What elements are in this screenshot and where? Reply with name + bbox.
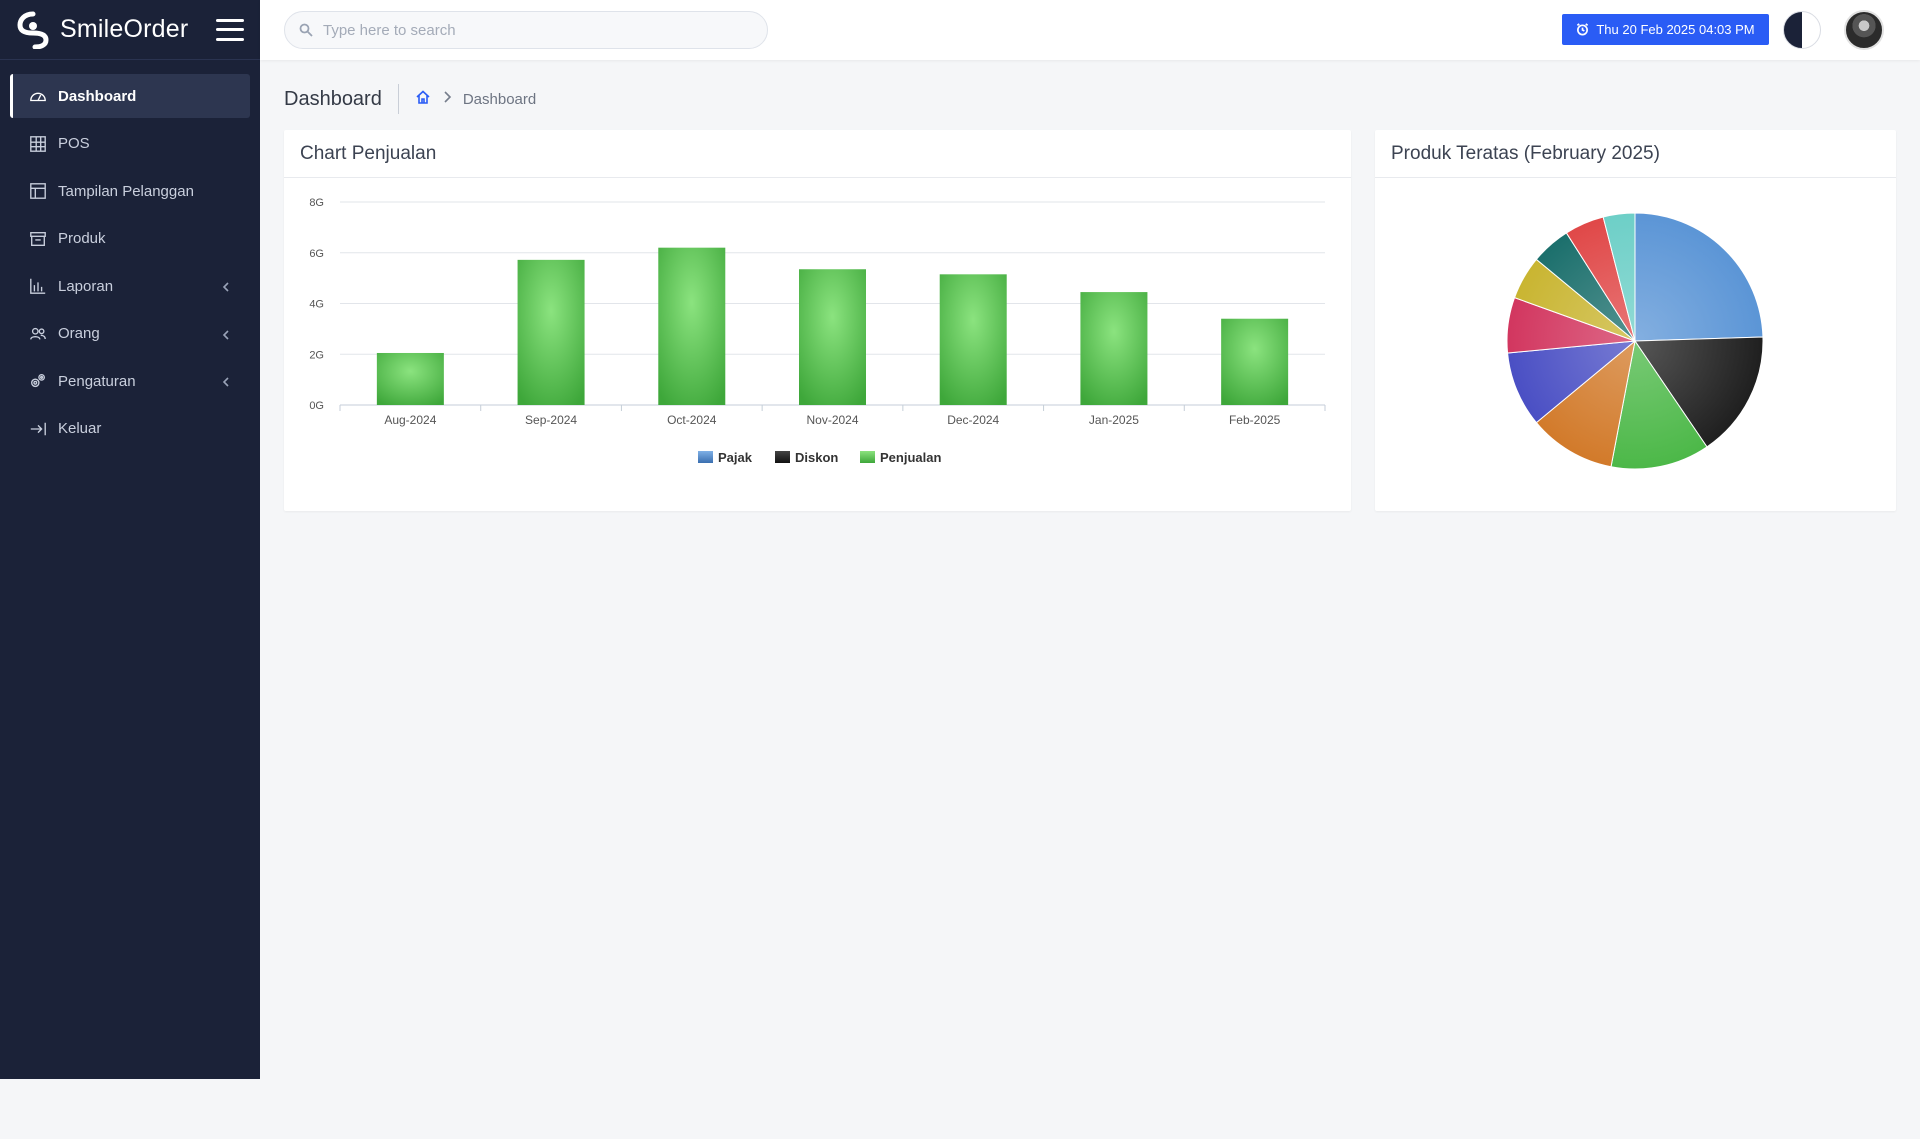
y-tick-label: 6G <box>309 248 324 260</box>
sales-bar-chart: 0G 2G 4G 6G 8G Aug-2024 Sep-2024 Oct-2024 Nov-2… <box>309 197 1326 465</box>
page-title: Dashboard <box>284 87 382 110</box>
sidebar-item-tampilan-pelanggan[interactable]: Tampilan Pelanggan <box>10 169 250 213</box>
smileorder-logo-icon[interactable] <box>16 11 50 49</box>
x-tick-label: Jan-2025 <box>1089 413 1139 427</box>
sales-chart-card: Chart Penjualan 0G 2G 4G 6G 8G Aug-2024 Sep-2… <box>284 130 1351 511</box>
sidebar-item-label: Laporan <box>58 277 114 295</box>
search-input[interactable] <box>323 21 743 39</box>
sidebar-item-pengaturan[interactable]: Pengaturan <box>10 359 250 403</box>
sales-bar[interactable] <box>1080 292 1148 405</box>
archive-icon <box>28 229 48 249</box>
chevron-right-icon <box>431 90 463 108</box>
chevron-left-icon <box>220 328 232 340</box>
gauge-icon <box>28 86 48 106</box>
grid-icon <box>28 134 48 154</box>
sidebar: SmileOrder Dashboard POS Tampilan Pelang… <box>0 0 260 1079</box>
breadcrumb-divider <box>397 84 399 114</box>
brand-bar: SmileOrder <box>0 0 260 60</box>
legend-label[interactable]: Penjualan <box>880 450 941 465</box>
bar-chart-icon <box>28 276 48 296</box>
sidebar-item-dashboard[interactable]: Dashboard <box>10 74 250 118</box>
sales-bar[interactable] <box>939 274 1007 405</box>
sales-bar[interactable] <box>376 352 444 405</box>
chevron-left-icon <box>220 280 232 292</box>
legend-swatch <box>775 451 790 463</box>
sidebar-item-label: Dashboard <box>58 87 137 105</box>
avatar[interactable] <box>1844 10 1884 50</box>
breadcrumb: Dashboard Dashboard <box>284 84 536 114</box>
home-icon[interactable] <box>415 89 431 110</box>
sidebar-item-label: Pengaturan <box>58 372 136 390</box>
y-tick-label: 4G <box>309 299 324 311</box>
datetime-text: Thu 20 Feb 2025 04:03 PM <box>1596 22 1755 37</box>
x-tick-label: Oct-2024 <box>667 413 717 427</box>
sales-chart-title: Chart Penjualan <box>284 130 1351 178</box>
topbar: Thu 20 Feb 2025 04:03 PM <box>260 0 1920 60</box>
sidebar-item-label: Tampilan Pelanggan <box>58 182 194 200</box>
search-box[interactable] <box>284 11 768 49</box>
sidebar-item-label: POS <box>58 135 90 152</box>
y-tick-label: 2G <box>309 349 324 361</box>
sales-bar[interactable] <box>1221 318 1289 405</box>
sidebar-item-produk[interactable]: Produk <box>10 217 250 261</box>
sales-bar[interactable] <box>658 247 726 405</box>
search-icon <box>299 23 313 37</box>
datetime-badge: Thu 20 Feb 2025 04:03 PM <box>1562 14 1769 45</box>
x-tick-label: Aug-2024 <box>384 413 436 427</box>
legend-swatch <box>698 451 713 463</box>
menu-toggle-icon[interactable] <box>216 18 244 41</box>
pie-slice[interactable] <box>1634 212 1764 342</box>
theme-toggle-icon[interactable] <box>1783 11 1821 49</box>
legend-label[interactable]: Diskon <box>795 450 838 465</box>
app-name: SmileOrder <box>60 15 189 43</box>
sidebar-item-label: Keluar <box>58 420 102 437</box>
sidebar-item-label: Orang <box>58 325 100 342</box>
gears-icon <box>28 371 48 391</box>
chevron-left-icon <box>220 375 232 387</box>
breadcrumb-current: Dashboard <box>462 90 537 108</box>
sidebar-item-orang[interactable]: Orang <box>10 312 250 356</box>
x-tick-label: Nov-2024 <box>806 413 858 427</box>
x-tick-label: Sep-2024 <box>525 413 577 427</box>
sidebar-nav: Dashboard POS Tampilan Pelanggan Produk … <box>0 60 260 468</box>
y-tick-label: 0G <box>309 400 324 412</box>
top-products-chart <box>1375 178 1896 515</box>
sales-bar[interactable] <box>799 269 866 405</box>
x-tick-label: Feb-2025 <box>1229 413 1281 427</box>
sales-bar[interactable] <box>517 259 585 405</box>
layout-icon <box>28 181 48 201</box>
top-products-card: Produk Teratas (February 2025) <box>1375 130 1896 511</box>
y-tick-label: 8G <box>309 197 324 209</box>
top-products-title: Produk Teratas (February 2025) <box>1375 130 1896 178</box>
legend-label[interactable]: Pajak <box>718 450 753 465</box>
legend-swatch <box>860 451 875 463</box>
users-icon <box>28 324 48 344</box>
x-tick-label: Dec-2024 <box>947 413 999 427</box>
sales-chart: 0G 2G 4G 6G 8G Aug-2024 Sep-2024 Oct-2024 Nov-2… <box>284 178 1351 515</box>
top-products-pie-chart <box>1506 212 1764 470</box>
sidebar-item-keluar[interactable]: Keluar <box>10 407 250 451</box>
logout-icon <box>28 419 48 439</box>
alarm-clock-icon <box>1577 23 1589 36</box>
sidebar-item-pos[interactable]: POS <box>10 122 250 166</box>
sidebar-item-label: Produk <box>58 230 106 247</box>
sidebar-item-laporan[interactable]: Laporan <box>10 264 250 308</box>
